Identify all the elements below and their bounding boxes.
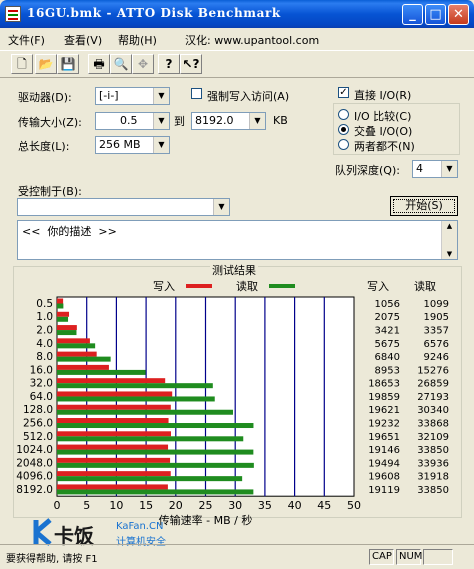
read-bar [57, 356, 111, 362]
read-value: 15276 [417, 365, 449, 376]
x-tick-label: 35 [258, 499, 272, 512]
cap-indicator: CAP [369, 549, 394, 565]
category-label: 8.0 [36, 351, 53, 363]
read-bar [57, 396, 215, 402]
read-bar [57, 330, 77, 336]
category-label: 4.0 [36, 338, 53, 350]
status-cell-empty [423, 549, 453, 565]
write-bar [57, 431, 171, 437]
read-bar [57, 476, 243, 482]
read-value: 6576 [424, 339, 449, 350]
read-bar [57, 383, 213, 389]
read-value: 33850 [417, 445, 449, 456]
x-tick-label: 20 [169, 499, 183, 512]
category-label: 1024.0 [16, 444, 53, 456]
write-value: 19494 [368, 458, 400, 469]
read-value: 9246 [424, 352, 449, 363]
num-indicator: NUM [396, 549, 422, 565]
category-label: 512.0 [23, 431, 53, 443]
read-bar [57, 369, 146, 375]
write-bar [57, 311, 70, 317]
status-bar: 要获得帮助, 请按 F1 CAP NUM [0, 544, 474, 569]
status-text: 要获得帮助, 请按 F1 [6, 554, 98, 565]
write-value: 2075 [375, 312, 400, 323]
x-tick-label: 30 [228, 499, 242, 512]
write-bar [57, 351, 97, 357]
write-bar [57, 378, 166, 384]
write-bar [57, 471, 171, 477]
read-value: 27193 [417, 392, 449, 403]
x-tick-label: 45 [317, 499, 331, 512]
write-bar [57, 364, 109, 370]
category-label: 16.0 [30, 364, 53, 376]
x-axis-label: 传输速率 - MB / 秒 [159, 513, 253, 527]
read-bar [57, 316, 69, 322]
read-value: 3357 [424, 326, 449, 337]
read-value: 26859 [417, 379, 449, 390]
category-label: 4096.0 [16, 471, 53, 483]
write-value: 19859 [368, 392, 400, 403]
write-bar [57, 457, 171, 463]
write-value: 19651 [368, 432, 400, 443]
category-label: 2048.0 [16, 457, 53, 469]
write-value: 18653 [368, 379, 400, 390]
write-value: 5675 [375, 339, 400, 350]
category-label: 256.0 [23, 417, 53, 429]
category-label: 64.0 [30, 391, 53, 403]
read-value: 32109 [417, 432, 449, 443]
write-bar [57, 298, 64, 304]
read-bar [57, 409, 233, 415]
write-value: 8953 [375, 365, 400, 376]
x-tick-label: 50 [347, 499, 361, 512]
watermark-site: KaFan.CN [116, 521, 164, 532]
x-tick-label: 25 [199, 499, 213, 512]
write-value: 19119 [368, 485, 400, 496]
write-value: 19146 [368, 445, 400, 456]
read-bar [57, 449, 254, 455]
x-tick-label: 10 [109, 499, 123, 512]
read-value: 33850 [417, 485, 449, 496]
write-value: 1056 [375, 299, 400, 310]
write-value: 19621 [368, 405, 400, 416]
results-chart: 0 5 10 15 20 25 30 35 40 45 50 传输速率 - MB / 秒 0.5 1056… [16, 296, 449, 527]
read-value: 1905 [424, 312, 449, 323]
read-value: 31918 [417, 472, 449, 483]
read-bar [57, 303, 64, 309]
category-label: 1.0 [36, 311, 53, 323]
write-value: 3421 [375, 326, 400, 337]
read-value: 30340 [417, 405, 449, 416]
read-bar [57, 423, 254, 429]
write-bar [57, 404, 171, 410]
x-tick-label: 5 [83, 499, 90, 512]
read-value: 33936 [417, 458, 449, 469]
category-label: 2.0 [36, 325, 53, 337]
x-tick-label: 0 [54, 499, 61, 512]
read-value: 33868 [417, 418, 449, 429]
read-bar [57, 343, 96, 349]
category-label: 0.5 [36, 298, 53, 310]
write-value: 6840 [375, 352, 400, 363]
read-value: 1099 [424, 299, 449, 310]
write-bar [57, 325, 77, 331]
read-bar [57, 462, 254, 468]
write-value: 19608 [368, 472, 400, 483]
category-label: 8192.0 [16, 484, 53, 496]
x-tick-label: 40 [288, 499, 302, 512]
category-label: 32.0 [30, 378, 53, 390]
read-bar [57, 436, 244, 442]
write-bar [57, 338, 90, 344]
write-bar [57, 391, 173, 397]
write-value: 19232 [368, 418, 400, 429]
write-bar [57, 418, 169, 424]
write-bar [57, 484, 168, 490]
x-tick-label: 15 [139, 499, 153, 512]
read-bar [57, 489, 254, 495]
write-bar [57, 444, 169, 450]
category-label: 128.0 [23, 404, 53, 416]
